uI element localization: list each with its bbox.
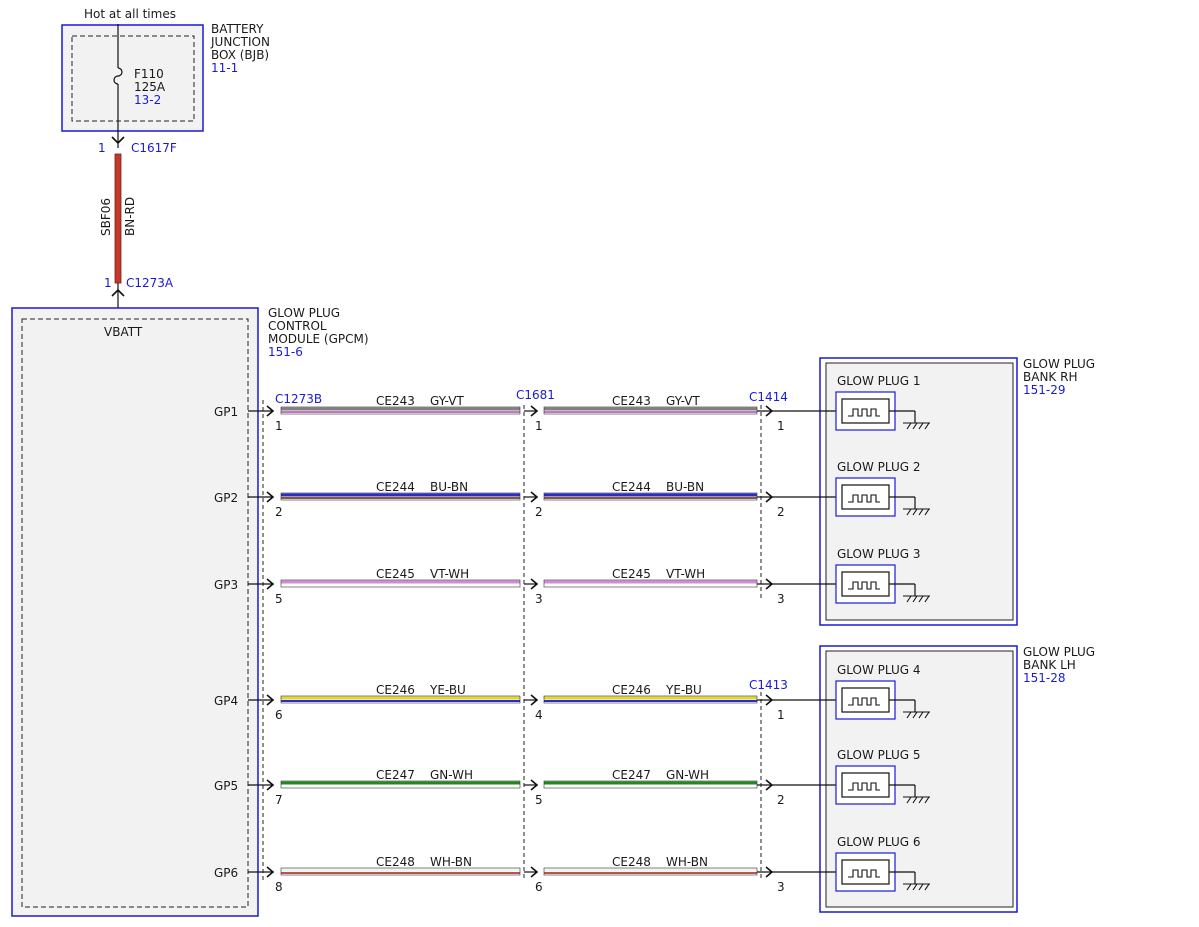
gpcm-ref: 151-6 <box>268 345 303 359</box>
gp-label: GP4 <box>214 694 238 708</box>
fuse-id: F110 <box>134 67 164 81</box>
circuit-label: CE246 <box>376 683 415 697</box>
color-code-label: VT-WH <box>430 567 469 581</box>
bank-lh-ref: 151-28 <box>1023 671 1066 685</box>
c1681-label: C1681 <box>516 388 555 402</box>
glow-plug-inner <box>841 687 890 713</box>
bank-connector-pin: 1 <box>777 419 785 433</box>
feed-wire-color-code: BN-RD <box>123 197 137 236</box>
c1617f-label: C1617F <box>131 141 177 155</box>
c1273b-pin: 5 <box>275 592 283 606</box>
fuse-ref: 13-2 <box>134 93 161 107</box>
bank-lh-name-line-1: GLOW PLUG <box>1023 645 1095 659</box>
c1413-label: C1413 <box>749 678 788 692</box>
wiring-diagram: Hot at all times F110 125A 13-2 BATTERY … <box>11 7 1095 917</box>
c1273a-pin: 1 <box>104 276 112 290</box>
c1273a-label: C1273A <box>126 276 174 290</box>
glow-plug-label: GLOW PLUG 5 <box>837 748 921 762</box>
glow-plug-label: GLOW PLUG 2 <box>837 460 921 474</box>
bank-rh-name-line-2: BANK RH <box>1023 370 1077 384</box>
c1273b-pin: 6 <box>275 708 283 722</box>
circuit-label: CE245 <box>612 567 651 581</box>
bjb-ref: 11-1 <box>211 61 238 75</box>
gp-label: GP2 <box>214 491 238 505</box>
gpcm-name-line-2: CONTROL <box>268 319 327 333</box>
color-code-label: BU-BN <box>666 480 704 494</box>
bank-connector-pin: 1 <box>777 708 785 722</box>
circuit-label: CE244 <box>612 480 651 494</box>
c1273b-pin: 2 <box>275 505 283 519</box>
color-code-label: GY-VT <box>666 394 700 408</box>
c1681-pin: 1 <box>535 419 543 433</box>
glow-plug-inner <box>841 484 890 510</box>
bank-rh-name-line-1: GLOW PLUG <box>1023 357 1095 371</box>
c1681-pin: 2 <box>535 505 543 519</box>
circuit-label: CE247 <box>612 768 651 782</box>
glow-plug-bank-rh: GLOW PLUG BANK RH 151-29 C1414 <box>749 357 1095 626</box>
color-code-label: GN-WH <box>666 768 709 782</box>
c1273b-pin: 8 <box>275 880 283 894</box>
color-code-label: VT-WH <box>666 567 705 581</box>
gp-label: GP1 <box>214 405 238 419</box>
gpcm-name-line-3: MODULE (GPCM) <box>268 332 369 346</box>
hot-at-all-times-label: Hot at all times <box>84 7 176 21</box>
circuit-label: CE248 <box>612 855 651 869</box>
glow-plug-inner <box>841 859 890 885</box>
circuit-label: CE244 <box>376 480 415 494</box>
circuit-label: CE246 <box>612 683 651 697</box>
gpcm-name-line-1: GLOW PLUG <box>268 306 340 320</box>
bjb-name-line-3: BOX (BJB) <box>211 48 269 62</box>
color-code-label: YE-BU <box>429 683 466 697</box>
fuse-rating: 125A <box>134 80 166 94</box>
color-code-label: WH-BN <box>430 855 472 869</box>
gp-label: GP5 <box>214 779 238 793</box>
feed-wire: SBF06 BN-RD 1 C1273A <box>99 153 174 320</box>
glow-plug-label: GLOW PLUG 6 <box>837 835 921 849</box>
color-code-label: GN-WH <box>430 768 473 782</box>
bjb-name-line-2: JUNCTION <box>210 35 270 49</box>
c1273b-pin: 7 <box>275 793 283 807</box>
color-code-label: GY-VT <box>430 394 464 408</box>
bank-connector-pin: 3 <box>777 880 785 894</box>
glow-plug-inner <box>841 571 890 597</box>
gp-label: GP3 <box>214 578 238 592</box>
c1681-pin: 4 <box>535 708 543 722</box>
circuit-label: CE243 <box>612 394 651 408</box>
bjb-box <box>61 24 204 132</box>
c1681-pin: 6 <box>535 880 543 894</box>
glow-plug-label: GLOW PLUG 4 <box>837 663 921 677</box>
feed-wire-bn-rd <box>114 153 122 284</box>
bank-connector-pin: 2 <box>777 793 785 807</box>
feed-wire-circuit: SBF06 <box>99 198 113 236</box>
bank-lh-name-line-2: BANK LH <box>1023 658 1076 672</box>
c1414-label: C1414 <box>749 390 788 404</box>
c1273b-pin: 1 <box>275 419 283 433</box>
bank-connector-pin: 2 <box>777 505 785 519</box>
circuit-label: CE248 <box>376 855 415 869</box>
bjb-name-line-1: BATTERY <box>211 22 264 36</box>
glow-plug-inner <box>841 398 890 424</box>
color-code-label: WH-BN <box>666 855 708 869</box>
battery-junction-box: Hot at all times F110 125A 13-2 BATTERY … <box>61 7 270 155</box>
glow-plug-inner <box>841 772 890 798</box>
c1681-pin: 5 <box>535 793 543 807</box>
glow-plug-control-module: VBATT GLOW PLUG CONTROL MODULE (GPCM) 15… <box>11 306 369 917</box>
bank-connector-pin: 3 <box>777 592 785 606</box>
c1273b-label: C1273B <box>275 392 322 406</box>
vbatt-label: VBATT <box>104 325 143 339</box>
color-code-label: BU-BN <box>430 480 468 494</box>
bank-rh-ref: 151-29 <box>1023 383 1066 397</box>
c1617f-pin: 1 <box>98 141 106 155</box>
glow-plug-label: GLOW PLUG 1 <box>837 374 921 388</box>
circuit-rows: GP1 CE243 GY-VT 1 CE243 GY-VT 1 1 GLOW PLUG 1 GP2… <box>214 374 930 894</box>
gp-label: GP6 <box>214 866 238 880</box>
color-code-label: YE-BU <box>665 683 702 697</box>
c1681-pin: 3 <box>535 592 543 606</box>
circuit-label: CE243 <box>376 394 415 408</box>
circuit-label: CE245 <box>376 567 415 581</box>
circuit-label: CE247 <box>376 768 415 782</box>
glow-plug-label: GLOW PLUG 3 <box>837 547 921 561</box>
gpcm-box <box>11 307 259 917</box>
